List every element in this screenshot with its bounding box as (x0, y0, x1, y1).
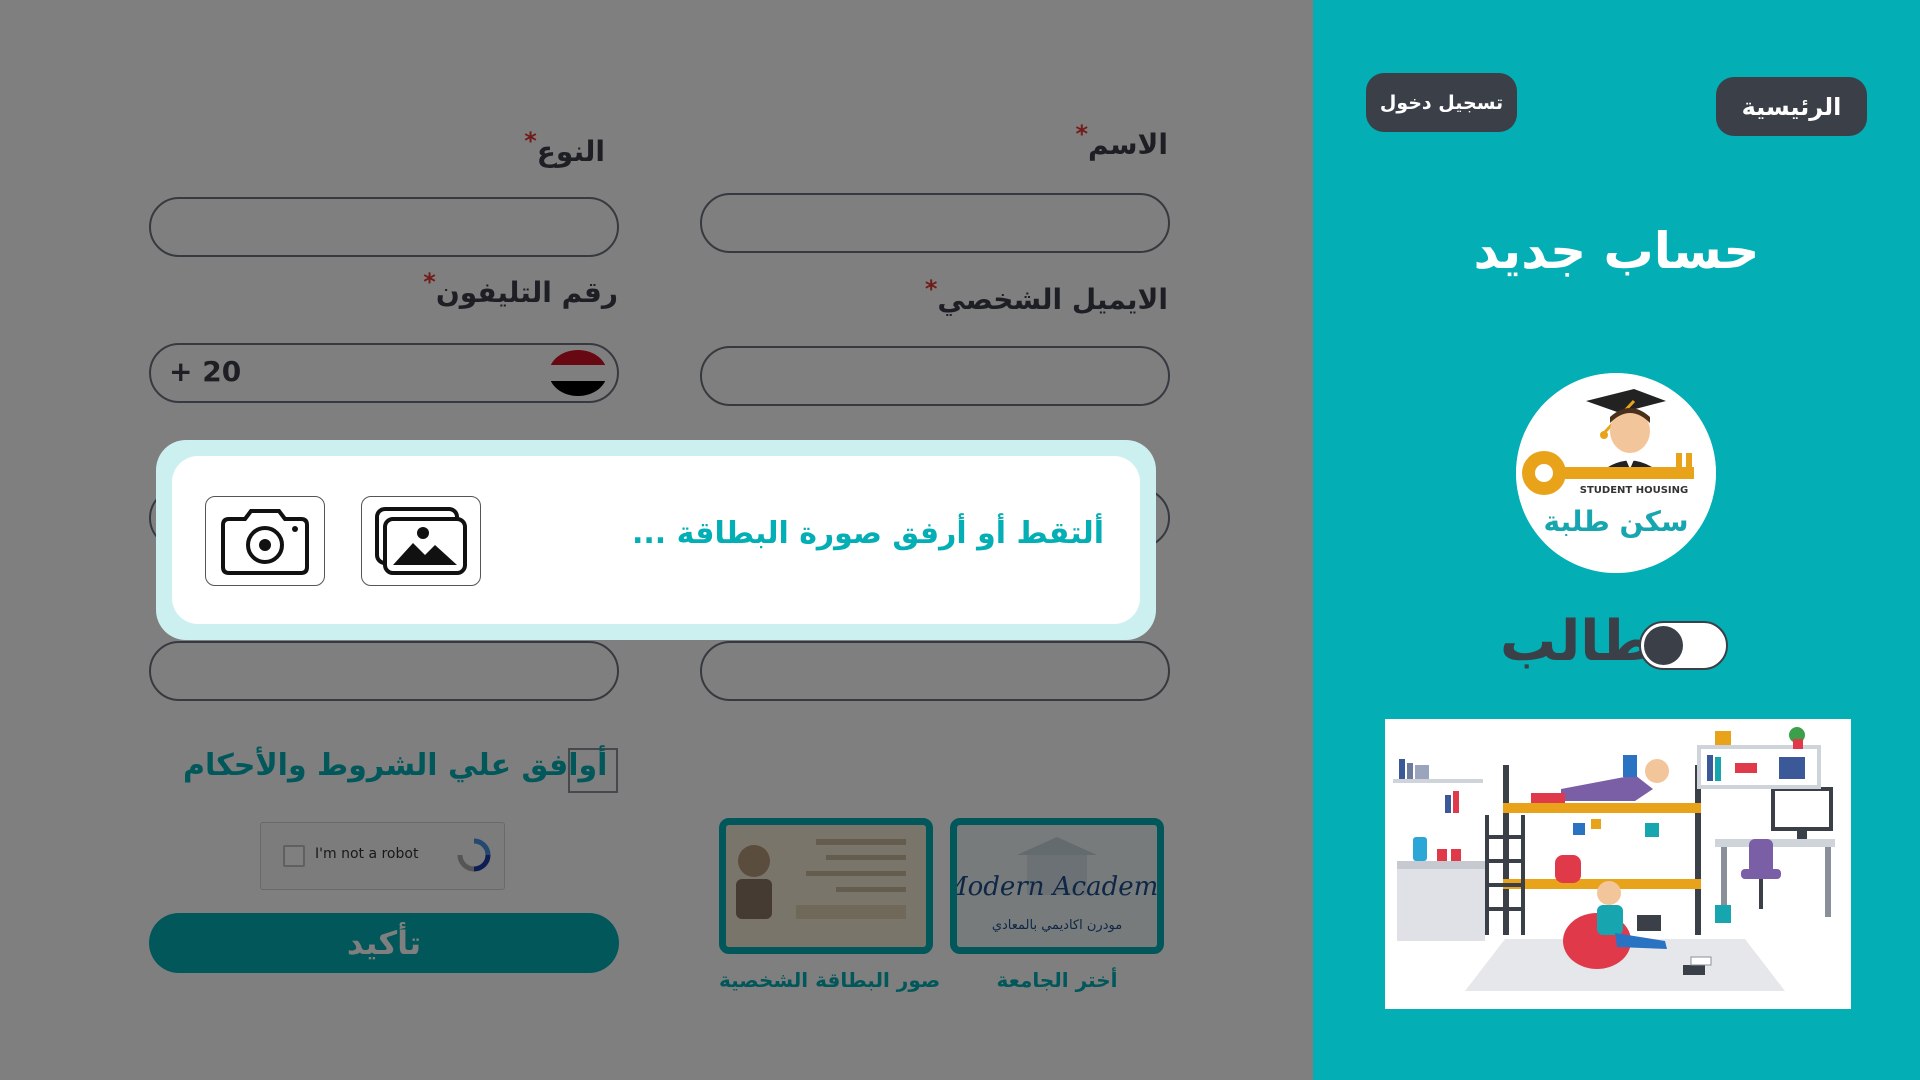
camera-icon (221, 509, 309, 575)
attach-from-gallery-button[interactable] (361, 496, 481, 586)
logo-text-en: STUDENT HOUSING (1580, 485, 1688, 496)
home-button[interactable]: الرئيسية (1716, 77, 1867, 136)
toggle-knob (1644, 626, 1683, 665)
role-switch-row: طالب (1500, 609, 1740, 675)
login-button[interactable]: تسجيل دخول (1366, 73, 1517, 132)
role-label: طالب (1500, 609, 1655, 674)
page-title: حساب جديد (1473, 222, 1760, 280)
dorm-room-illustration (1385, 719, 1851, 1009)
role-toggle[interactable] (1639, 621, 1728, 670)
upload-prompt: ألتقط أو أرفق صورة البطاقة ... (632, 516, 1104, 551)
upload-id-modal-body: ألتقط أو أرفق صورة البطاقة ... (172, 456, 1140, 624)
logo-text-ar: سكن طلبة (1544, 505, 1689, 538)
student-housing-logo: STUDENT HOUSING سكن طلبة (1516, 373, 1716, 573)
upload-id-modal: ألتقط أو أرفق صورة البطاقة ... (156, 440, 1156, 640)
side-panel: الرئيسية تسجيل دخول حساب جديد STUDENT HO… (1313, 0, 1920, 1080)
take-photo-button[interactable] (205, 496, 325, 586)
gallery-icon (375, 507, 467, 575)
